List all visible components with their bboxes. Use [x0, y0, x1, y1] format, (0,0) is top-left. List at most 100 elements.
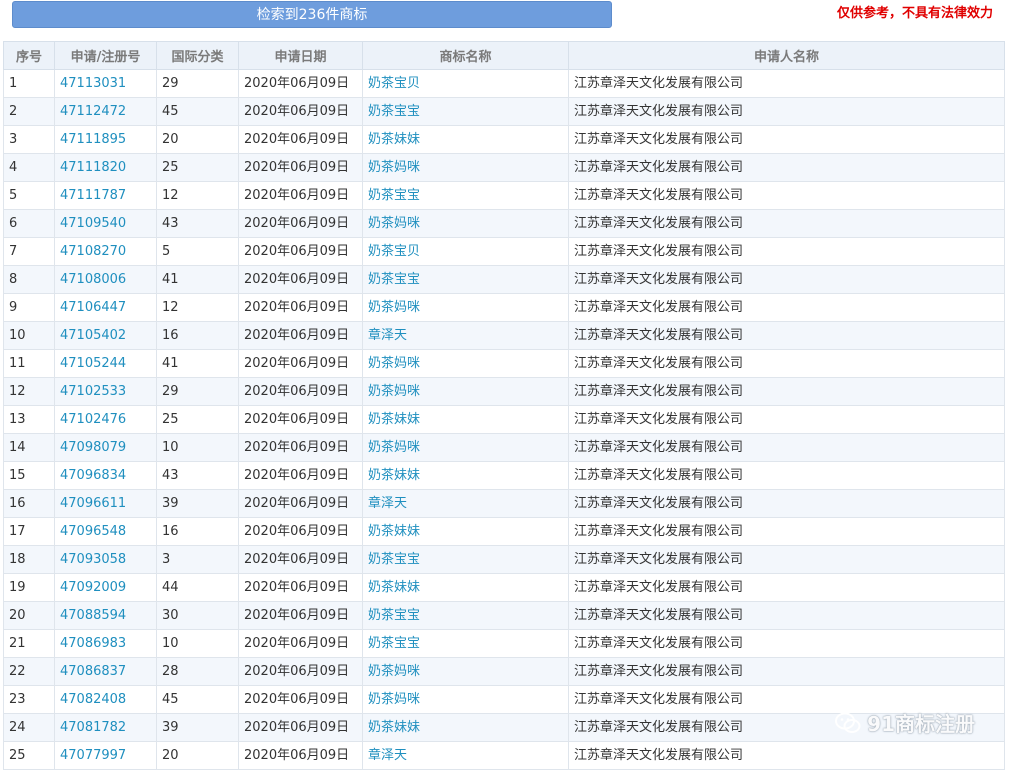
- cell-reg-number-link[interactable]: 47105402: [54, 321, 157, 350]
- cell-applicant: 江苏章泽天文化发展有限公司: [568, 181, 1005, 210]
- cell-date: 2020年06月09日: [238, 405, 363, 434]
- cell-reg-number-link[interactable]: 47109540: [54, 209, 157, 238]
- cell-index: 2: [3, 97, 55, 126]
- cell-applicant: 江苏章泽天文化发展有限公司: [568, 601, 1005, 630]
- cell-trademark-name-link[interactable]: 奶茶妈咪: [362, 377, 569, 406]
- cell-trademark-name-link[interactable]: 奶茶宝宝: [362, 181, 569, 210]
- table-body: 1 47113031 29 2020年06月09日 奶茶宝贝 江苏章泽天文化发展有限公司 2…: [3, 69, 1005, 770]
- cell-index: 11: [3, 349, 55, 378]
- cell-date: 2020年06月09日: [238, 125, 363, 154]
- table-header-row: 序号 申请/注册号 国际分类 申请日期 商标名称 申请人名称: [3, 41, 1005, 70]
- cell-reg-number-link[interactable]: 47096611: [54, 489, 157, 518]
- cell-reg-number-link[interactable]: 47111787: [54, 181, 157, 210]
- cell-reg-number-link[interactable]: 47077997: [54, 741, 157, 770]
- cell-class: 29: [156, 377, 239, 406]
- cell-trademark-name-link[interactable]: 奶茶妹妹: [362, 517, 569, 546]
- cell-reg-number-link[interactable]: 47093058: [54, 545, 157, 574]
- cell-class: 30: [156, 601, 239, 630]
- cell-trademark-name-link[interactable]: 奶茶妹妹: [362, 573, 569, 602]
- cell-reg-number-link[interactable]: 47096834: [54, 461, 157, 490]
- cell-trademark-name-link[interactable]: 奶茶妈咪: [362, 293, 569, 322]
- cell-applicant: 江苏章泽天文化发展有限公司: [568, 489, 1005, 518]
- cell-reg-number-link[interactable]: 47106447: [54, 293, 157, 322]
- cell-index: 19: [3, 573, 55, 602]
- cell-reg-number-link[interactable]: 47086983: [54, 629, 157, 658]
- cell-trademark-name-link[interactable]: 奶茶妈咪: [362, 153, 569, 182]
- table-row: 25 47077997 20 2020年06月09日 章泽天 江苏章泽天文化发展有限公司: [3, 741, 1005, 770]
- cell-reg-number-link[interactable]: 47105244: [54, 349, 157, 378]
- cell-trademark-name-link[interactable]: 奶茶宝宝: [362, 601, 569, 630]
- cell-trademark-name-link[interactable]: 奶茶妹妹: [362, 405, 569, 434]
- result-count-button[interactable]: 检索到236件商标: [12, 1, 612, 28]
- cell-date: 2020年06月09日: [238, 461, 363, 490]
- cell-trademark-name-link[interactable]: 章泽天: [362, 489, 569, 518]
- cell-date: 2020年06月09日: [238, 265, 363, 294]
- cell-reg-number-link[interactable]: 47102476: [54, 405, 157, 434]
- cell-index: 12: [3, 377, 55, 406]
- cell-class: 39: [156, 713, 239, 742]
- table-row: 7 47108270 5 2020年06月09日 奶茶宝贝 江苏章泽天文化发展有限公司: [3, 237, 1005, 266]
- cell-reg-number-link[interactable]: 47082408: [54, 685, 157, 714]
- cell-reg-number-link[interactable]: 47111820: [54, 153, 157, 182]
- cell-index: 1: [3, 69, 55, 98]
- table-row: 9 47106447 12 2020年06月09日 奶茶妈咪 江苏章泽天文化发展有限公司: [3, 293, 1005, 322]
- cell-trademark-name-link[interactable]: 奶茶宝贝: [362, 237, 569, 266]
- cell-trademark-name-link[interactable]: 章泽天: [362, 741, 569, 770]
- cell-applicant: 江苏章泽天文化发展有限公司: [568, 69, 1005, 98]
- cell-reg-number-link[interactable]: 47092009: [54, 573, 157, 602]
- cell-trademark-name-link[interactable]: 奶茶宝宝: [362, 265, 569, 294]
- cell-reg-number-link[interactable]: 47102533: [54, 377, 157, 406]
- column-header-reg-number: 申请/注册号: [54, 41, 157, 70]
- cell-reg-number-link[interactable]: 47108006: [54, 265, 157, 294]
- cell-index: 4: [3, 153, 55, 182]
- cell-class: 41: [156, 349, 239, 378]
- cell-trademark-name-link[interactable]: 奶茶宝贝: [362, 69, 569, 98]
- cell-applicant: 江苏章泽天文化发展有限公司: [568, 209, 1005, 238]
- cell-reg-number-link[interactable]: 47112472: [54, 97, 157, 126]
- column-header-date: 申请日期: [238, 41, 363, 70]
- cell-class: 12: [156, 293, 239, 322]
- cell-index: 16: [3, 489, 55, 518]
- cell-reg-number-link[interactable]: 47096548: [54, 517, 157, 546]
- cell-trademark-name-link[interactable]: 奶茶妈咪: [362, 433, 569, 462]
- cell-trademark-name-link[interactable]: 奶茶妹妹: [362, 713, 569, 742]
- cell-applicant: 江苏章泽天文化发展有限公司: [568, 321, 1005, 350]
- cell-trademark-name-link[interactable]: 奶茶宝宝: [362, 629, 569, 658]
- cell-trademark-name-link[interactable]: 奶茶妹妹: [362, 461, 569, 490]
- cell-trademark-name-link[interactable]: 奶茶妈咪: [362, 685, 569, 714]
- cell-class: 5: [156, 237, 239, 266]
- cell-reg-number-link[interactable]: 47113031: [54, 69, 157, 98]
- cell-reg-number-link[interactable]: 47086837: [54, 657, 157, 686]
- cell-index: 5: [3, 181, 55, 210]
- cell-trademark-name-link[interactable]: 奶茶宝宝: [362, 97, 569, 126]
- cell-reg-number-link[interactable]: 47081782: [54, 713, 157, 742]
- trademark-table: 序号 申请/注册号 国际分类 申请日期 商标名称 申请人名称 1 47113031…: [3, 41, 1005, 770]
- cell-reg-number-link[interactable]: 47088594: [54, 601, 157, 630]
- cell-date: 2020年06月09日: [238, 629, 363, 658]
- cell-date: 2020年06月09日: [238, 517, 363, 546]
- cell-date: 2020年06月09日: [238, 69, 363, 98]
- cell-applicant: 江苏章泽天文化发展有限公司: [568, 545, 1005, 574]
- cell-applicant: 江苏章泽天文化发展有限公司: [568, 125, 1005, 154]
- cell-reg-number-link[interactable]: 47111895: [54, 125, 157, 154]
- column-header-class: 国际分类: [156, 41, 239, 70]
- cell-index: 22: [3, 657, 55, 686]
- cell-reg-number-link[interactable]: 47108270: [54, 237, 157, 266]
- cell-date: 2020年06月09日: [238, 349, 363, 378]
- cell-trademark-name-link[interactable]: 奶茶宝宝: [362, 545, 569, 574]
- cell-applicant: 江苏章泽天文化发展有限公司: [568, 265, 1005, 294]
- cell-trademark-name-link[interactable]: 奶茶妈咪: [362, 657, 569, 686]
- column-header-applicant: 申请人名称: [568, 41, 1005, 70]
- cell-date: 2020年06月09日: [238, 601, 363, 630]
- cell-reg-number-link[interactable]: 47098079: [54, 433, 157, 462]
- cell-class: 12: [156, 181, 239, 210]
- cell-trademark-name-link[interactable]: 章泽天: [362, 321, 569, 350]
- cell-index: 9: [3, 293, 55, 322]
- cell-date: 2020年06月09日: [238, 573, 363, 602]
- cell-index: 18: [3, 545, 55, 574]
- cell-trademark-name-link[interactable]: 奶茶妈咪: [362, 209, 569, 238]
- cell-index: 13: [3, 405, 55, 434]
- cell-date: 2020年06月09日: [238, 321, 363, 350]
- cell-trademark-name-link[interactable]: 奶茶妹妹: [362, 125, 569, 154]
- cell-trademark-name-link[interactable]: 奶茶妈咪: [362, 349, 569, 378]
